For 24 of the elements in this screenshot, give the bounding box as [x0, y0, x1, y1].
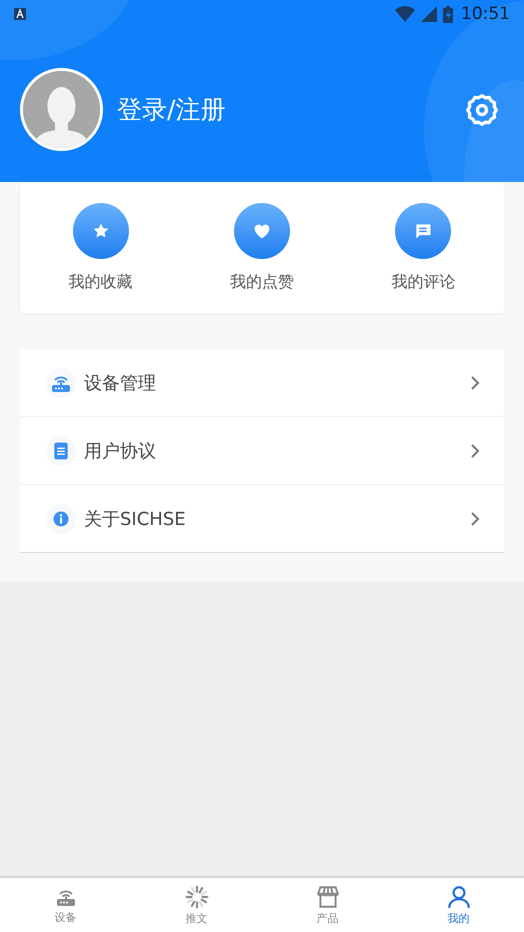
app-notification-icon	[14, 8, 26, 20]
login-link[interactable]: 登录/注册	[117, 93, 450, 126]
shortcut-label: 我的评论	[391, 272, 456, 292]
chevron-right-icon	[470, 510, 480, 526]
shop-icon	[314, 884, 340, 910]
nav-tab[interactable]: 设备	[0, 878, 131, 932]
spinner-icon	[184, 884, 210, 910]
chevron-right-icon	[470, 442, 480, 458]
settings-icon[interactable]	[464, 92, 500, 128]
info-icon	[51, 508, 71, 528]
nav-tab[interactable]: 产品	[262, 878, 393, 932]
status-time: 10:51	[461, 4, 510, 24]
battery-icon	[443, 6, 453, 22]
person-icon	[446, 884, 472, 910]
menu-item[interactable]: 用户协议	[20, 416, 504, 484]
nav-tab[interactable]: 推文	[131, 878, 262, 932]
menu-item[interactable]: 关于SICHSE	[20, 484, 504, 552]
shortcut-label: 我的收藏	[68, 272, 133, 292]
menu-item[interactable]: 设备管理	[20, 349, 504, 416]
signal-icon	[421, 6, 437, 22]
wifi-icon	[395, 6, 415, 22]
nav-tab[interactable]: 我的	[393, 878, 524, 932]
shortcut-label: 我的点赞	[230, 272, 294, 292]
chevron-right-icon	[470, 374, 480, 390]
